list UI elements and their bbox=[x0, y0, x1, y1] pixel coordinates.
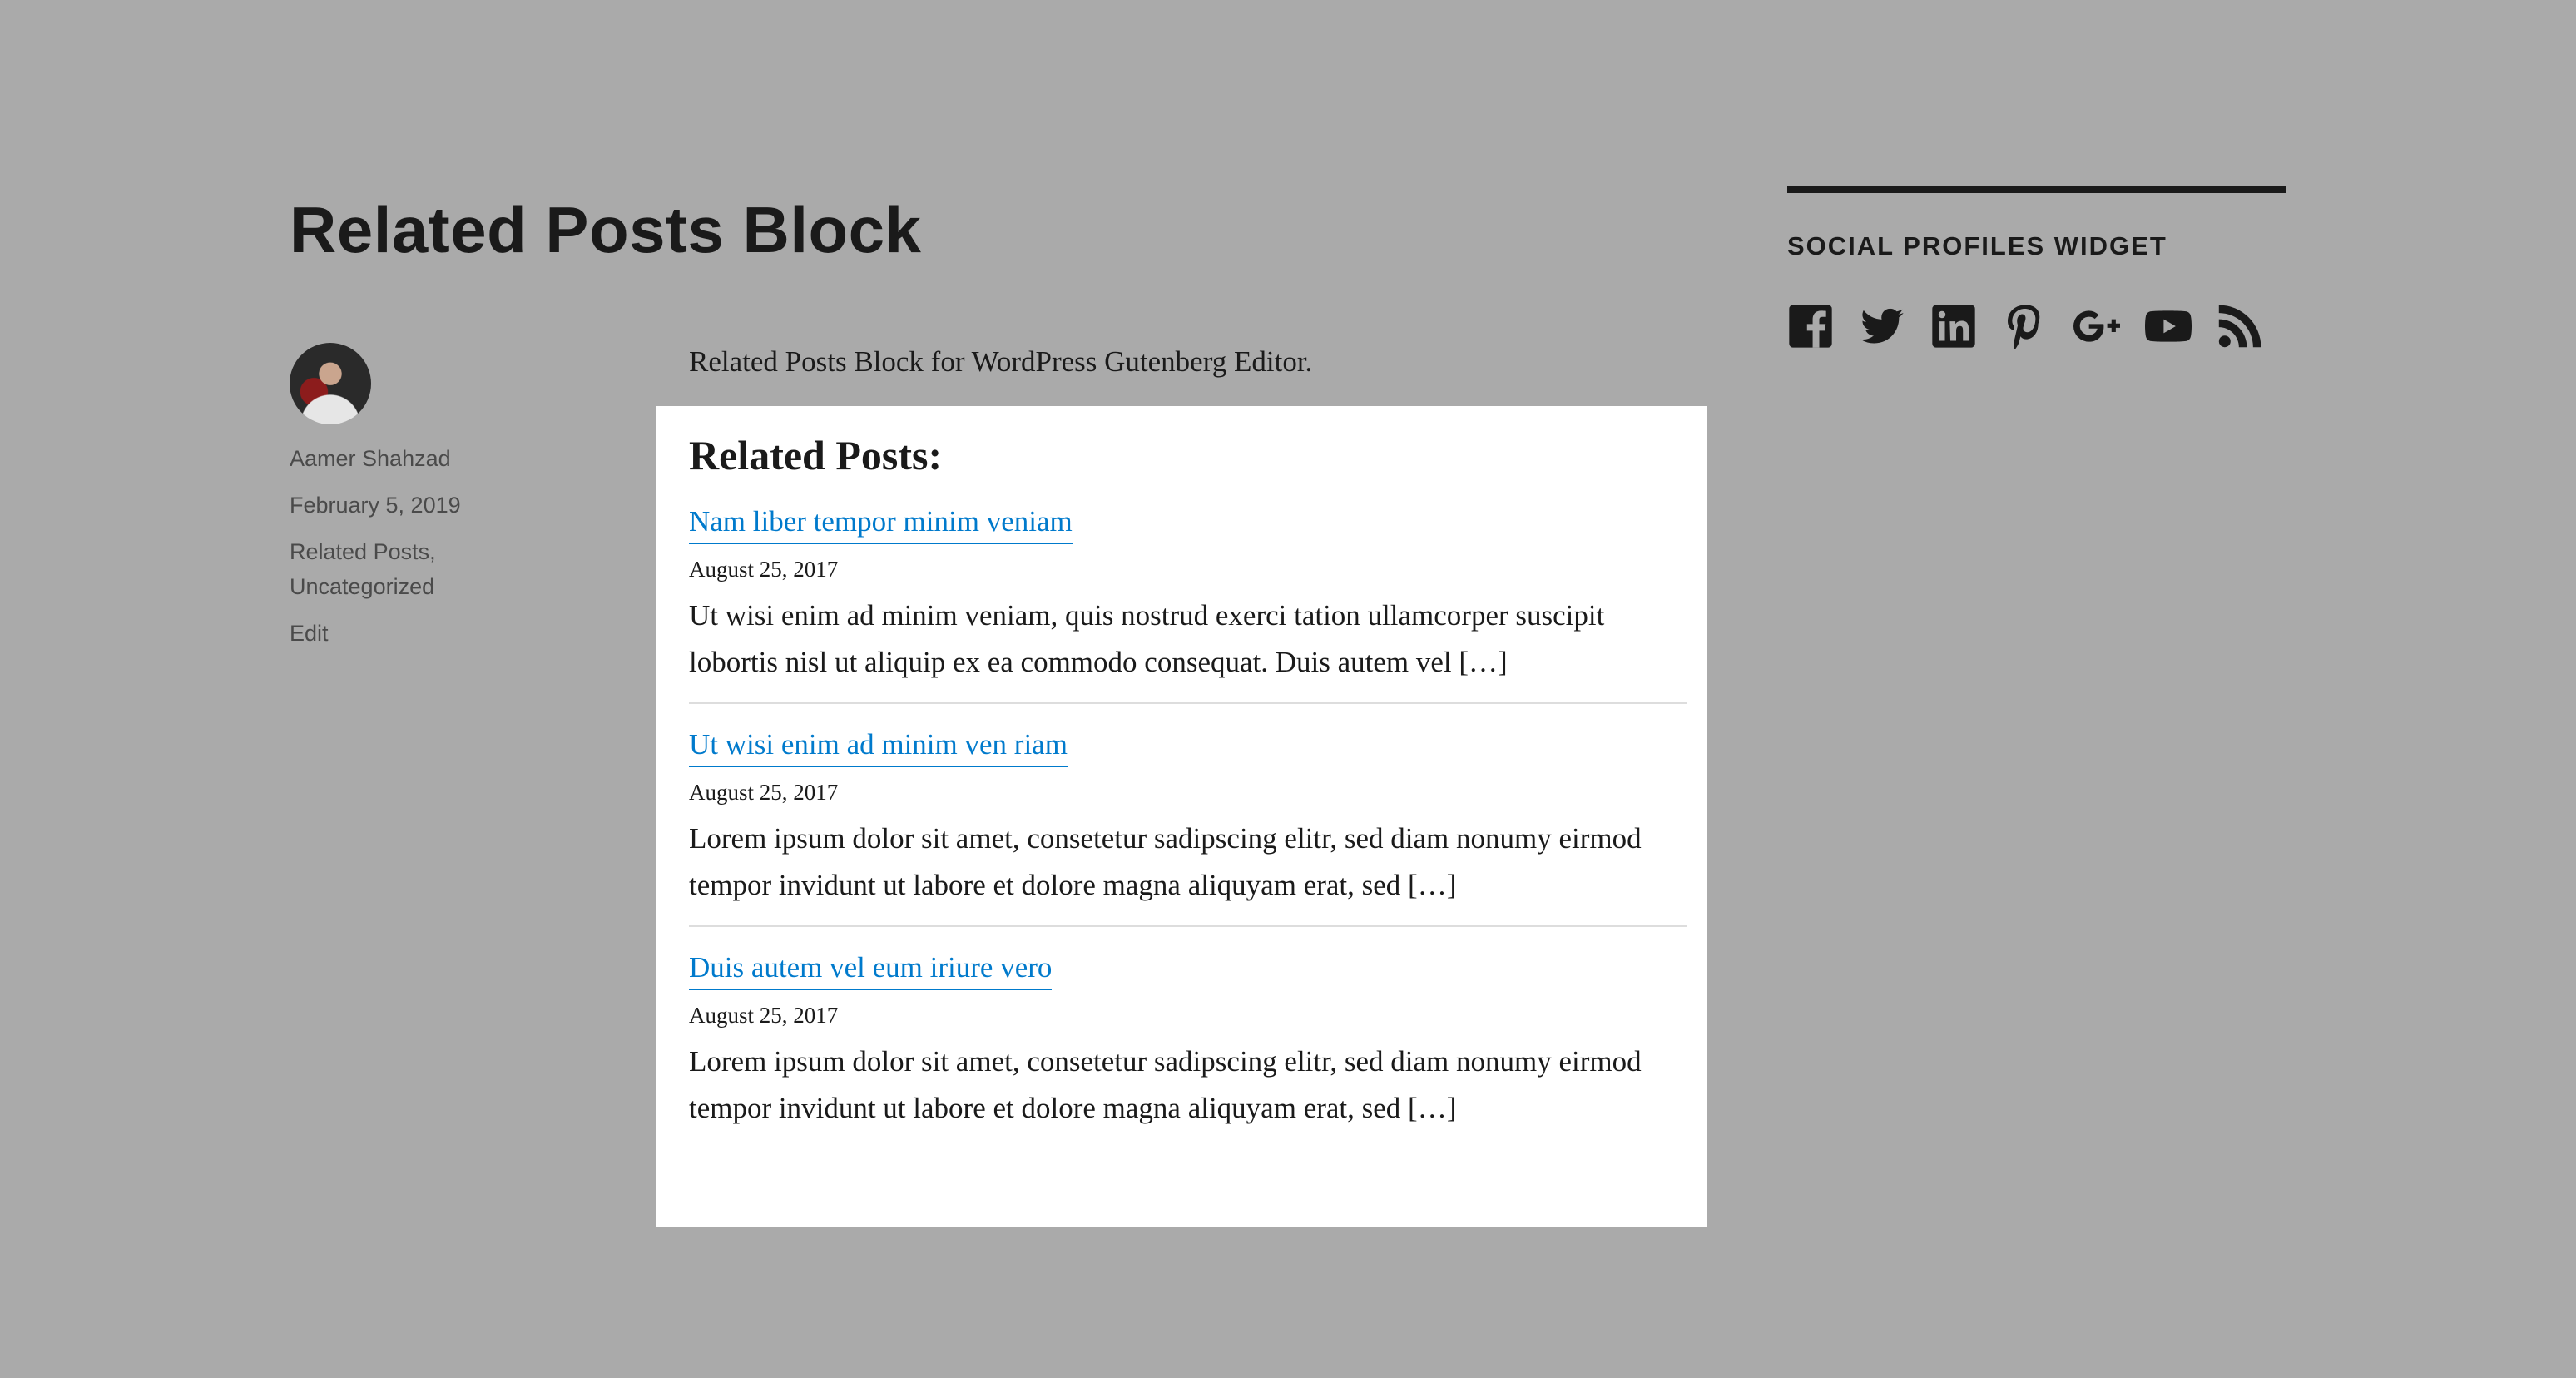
entry-meta: Aamer Shahzad February 5, 2019 Related P… bbox=[290, 343, 606, 662]
linkedin-icon[interactable] bbox=[1930, 303, 1977, 349]
categories: Related Posts, Uncategorized bbox=[290, 534, 606, 604]
social-profiles-widget: SOCIAL PROFILES WIDGET bbox=[1787, 186, 2286, 349]
related-post-title-link[interactable]: Duis autem vel eum iriure vero bbox=[689, 949, 1053, 990]
related-post-item: Nam liber tempor minim veniam August 25,… bbox=[689, 481, 1687, 704]
post-intro: Related Posts Block for WordPress Gutenb… bbox=[689, 345, 1313, 378]
related-post-date: August 25, 2017 bbox=[689, 1003, 839, 1028]
rss-icon[interactable] bbox=[2217, 303, 2263, 349]
related-post-excerpt: Lorem ipsum dolor sit amet, consetetur s… bbox=[689, 822, 1642, 901]
author-link[interactable]: Aamer Shahzad bbox=[290, 441, 606, 476]
category-link-related-posts[interactable]: Related Posts, bbox=[290, 539, 436, 564]
edit-link[interactable]: Edit bbox=[290, 616, 606, 651]
facebook-icon[interactable] bbox=[1787, 303, 1834, 349]
related-posts-block: Related Posts: Nam liber tempor minim ve… bbox=[656, 406, 1707, 1227]
related-post-title-link[interactable]: Nam liber tempor minim veniam bbox=[689, 503, 1073, 544]
related-post-excerpt: Ut wisi enim ad minim veniam, quis nostr… bbox=[689, 599, 1605, 678]
twitter-icon[interactable] bbox=[1859, 303, 1905, 349]
related-post-item: Duis autem vel eum iriure vero August 25… bbox=[689, 927, 1687, 1148]
pinterest-icon[interactable] bbox=[2002, 303, 2048, 349]
related-post-date: August 25, 2017 bbox=[689, 780, 839, 805]
youtube-icon[interactable] bbox=[2145, 303, 2192, 349]
related-post-title-link[interactable]: Ut wisi enim ad minim ven riam bbox=[689, 726, 1068, 767]
related-post-item: Ut wisi enim ad minim ven riam August 25… bbox=[689, 704, 1687, 927]
social-icons bbox=[1787, 303, 2286, 349]
related-posts-heading: Related Posts: bbox=[689, 432, 943, 478]
related-post-excerpt: Lorem ipsum dolor sit amet, consetetur s… bbox=[689, 1045, 1642, 1124]
avatar[interactable] bbox=[290, 343, 371, 424]
page-title: Related Posts Block bbox=[290, 193, 922, 266]
category-link-uncategorized[interactable]: Uncategorized bbox=[290, 574, 434, 599]
google-plus-icon[interactable] bbox=[2073, 303, 2120, 349]
post-date-link[interactable]: February 5, 2019 bbox=[290, 488, 606, 523]
widget-title: SOCIAL PROFILES WIDGET bbox=[1787, 231, 2167, 260]
related-post-date: August 25, 2017 bbox=[689, 557, 839, 582]
